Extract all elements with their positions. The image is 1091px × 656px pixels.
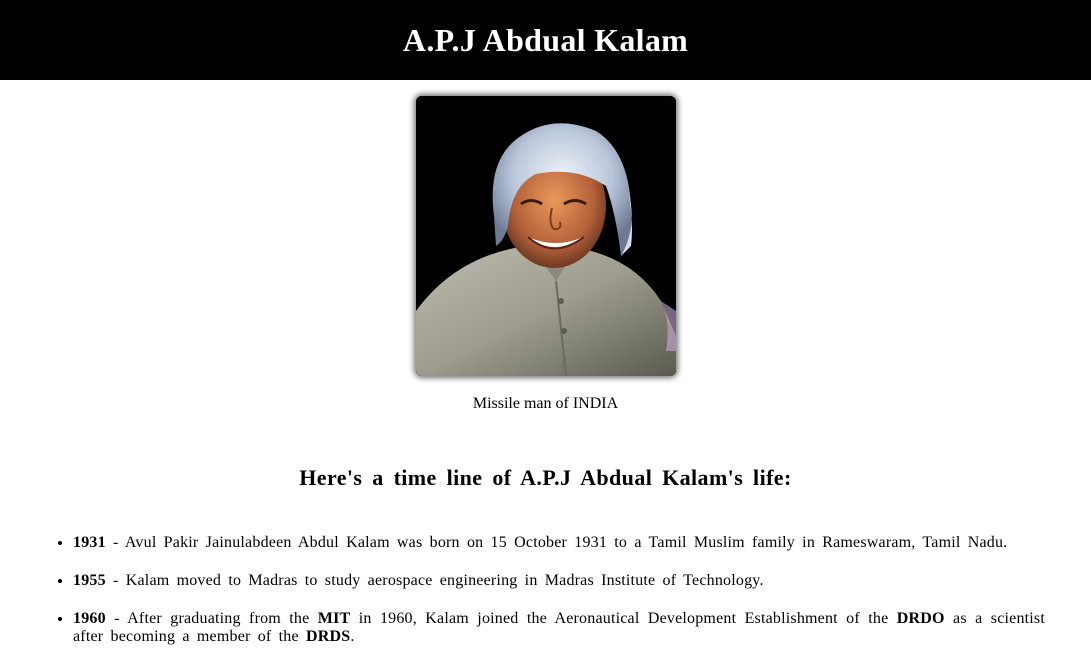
timeline-bold-term: DRDS — [306, 628, 351, 645]
portrait-caption: Missile man of INDIA — [472, 395, 619, 412]
timeline-year: 1931 — [73, 534, 106, 551]
portrait-figure: Missile man of INDIA — [0, 96, 1091, 413]
timeline-list: 1931 - Avul Pakir Jainulabdeen Abdul Kal… — [0, 534, 1091, 646]
timeline-text: in 1960, Kalam joined the Aeronautical D… — [350, 610, 897, 627]
timeline-heading: Here's a time line of A.P.J Abdual Kalam… — [299, 465, 792, 490]
page-title: A.P.J Abdual Kalam — [402, 21, 689, 58]
page-header: A.P.J Abdual Kalam — [0, 0, 1091, 80]
timeline-bold-term: MIT — [317, 610, 351, 627]
list-item: 1960 - After graduating from the MIT in … — [73, 610, 1045, 646]
timeline-bold-term: DRDO — [896, 610, 945, 627]
timeline-text: - Kalam moved to Madras to study aerospa… — [105, 572, 764, 589]
timeline-text: . — [350, 628, 355, 645]
list-item: 1955 - Kalam moved to Madras to study ae… — [73, 572, 1045, 590]
timeline-text: - Avul Pakir Jainulabdeen Abdul Kalam wa… — [105, 534, 1008, 551]
list-item: 1931 - Avul Pakir Jainulabdeen Abdul Kal… — [73, 534, 1045, 552]
portrait-image — [415, 96, 676, 376]
timeline-year: 1960 — [73, 610, 106, 627]
timeline-year: 1955 — [73, 572, 106, 589]
timeline-text: - After graduating from the — [105, 610, 318, 627]
